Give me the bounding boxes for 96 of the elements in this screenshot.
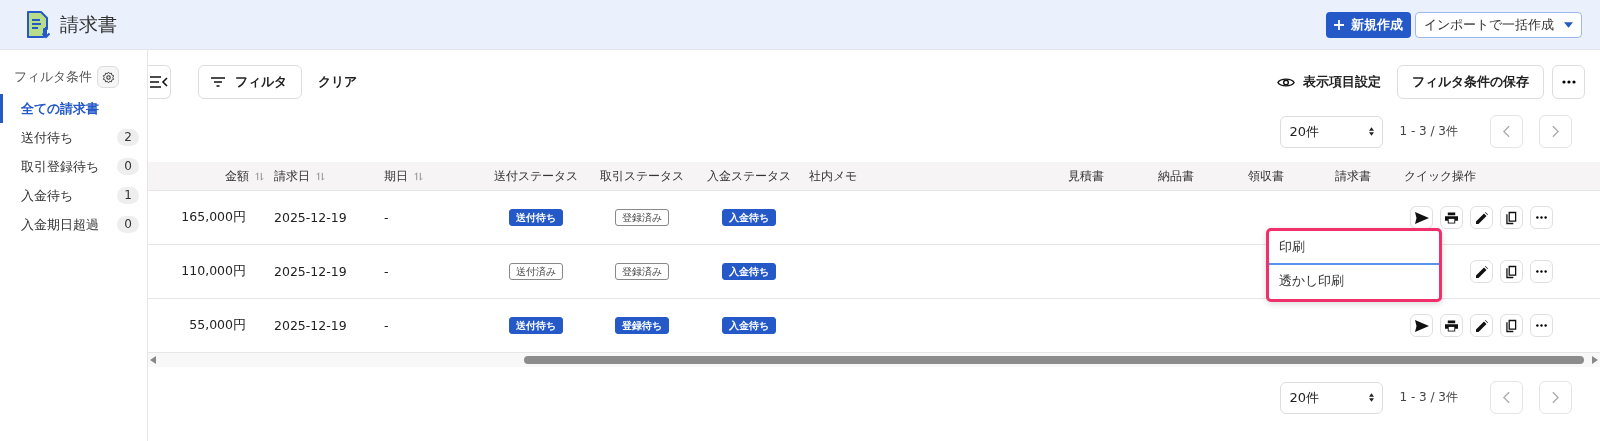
- document-icon: [26, 10, 50, 39]
- table-cell: -: [384, 264, 389, 279]
- column-header: 見積書: [1067, 167, 1104, 185]
- copy-icon: [1506, 318, 1517, 333]
- sort-icon: [414, 171, 423, 181]
- status-badge: 送付済み: [509, 263, 563, 280]
- copy-button[interactable]: [1500, 206, 1523, 229]
- send-button[interactable]: [1410, 206, 1433, 229]
- sort-icon: [255, 171, 264, 181]
- table-cell: 55,000円: [189, 317, 246, 334]
- scroll-right-icon: [1592, 356, 1598, 364]
- pencil-icon: [1475, 319, 1488, 332]
- chevron-right-icon: [1552, 391, 1559, 404]
- copy-icon: [1506, 264, 1517, 279]
- sidebar-item[interactable]: 入金待ち 1: [0, 181, 147, 210]
- horizontal-scrollbar[interactable]: [148, 353, 1600, 367]
- collapse-sidebar-button[interactable]: [148, 65, 171, 99]
- edit-button[interactable]: [1470, 314, 1493, 337]
- status-badge: 入金待ち: [722, 263, 776, 280]
- status-badge: 送付待ち: [509, 317, 563, 334]
- scroll-left-icon: [150, 356, 156, 364]
- menu-item[interactable]: 印刷: [1269, 231, 1439, 265]
- column-settings-link[interactable]: 表示項目設定: [1277, 73, 1381, 91]
- pencil-icon: [1475, 211, 1488, 224]
- status-badge: 入金待ち: [722, 209, 776, 226]
- more-icon: [1536, 324, 1547, 327]
- edit-button[interactable]: [1470, 260, 1493, 283]
- sidebar-item[interactable]: 入金期日超過 0: [0, 210, 147, 239]
- column-header: 領収書: [1247, 167, 1284, 185]
- import-dropdown[interactable]: インポートで一括作成: [1415, 11, 1582, 38]
- edit-button[interactable]: [1470, 206, 1493, 229]
- chevron-left-icon: [1503, 391, 1510, 404]
- status-badge: 送付待ち: [509, 209, 563, 226]
- more-icon: [1561, 80, 1576, 84]
- sortable-column-header[interactable]: 請求日: [268, 167, 378, 185]
- print-button[interactable]: [1440, 314, 1463, 337]
- more-button[interactable]: [1530, 206, 1553, 229]
- table-cell: 2025-12-19: [274, 210, 347, 225]
- caret-icon: [1564, 21, 1573, 28]
- printer-icon: [1445, 319, 1458, 332]
- send-button[interactable]: [1410, 314, 1433, 337]
- table-cell: -: [384, 318, 389, 333]
- more-icon: [1536, 270, 1547, 273]
- new-button[interactable]: 新規作成: [1326, 11, 1411, 38]
- chevron-left-icon: [1503, 125, 1510, 138]
- copy-button[interactable]: [1500, 260, 1523, 283]
- sidebar-item[interactable]: 取引登録待ち 0: [0, 152, 147, 181]
- column-header: 請求書: [1335, 167, 1371, 185]
- settings-button[interactable]: [97, 66, 119, 88]
- send-icon: [1414, 211, 1429, 224]
- save-filter-button[interactable]: フィルタ条件の保存: [1397, 65, 1544, 99]
- chevron-right-icon: [1552, 125, 1559, 138]
- column-header: クイック操作: [1404, 167, 1476, 185]
- status-badge: 登録済み: [615, 209, 669, 226]
- column-header: 取引ステータス: [600, 167, 684, 185]
- printer-icon: [1445, 211, 1458, 224]
- filter-icon: [211, 77, 225, 87]
- table-cell: 2025-12-19: [274, 318, 347, 333]
- status-badge: 登録済み: [615, 263, 669, 280]
- page-title: 請求書: [60, 11, 117, 37]
- page-range: 1 - 3 / 3件: [1399, 389, 1458, 406]
- gear-icon: [101, 70, 115, 84]
- more-button[interactable]: [1530, 314, 1553, 337]
- table-cell: 165,000円: [181, 209, 246, 226]
- filter-button[interactable]: フィルタ: [198, 65, 302, 99]
- more-button[interactable]: [1530, 260, 1553, 283]
- pencil-icon: [1475, 265, 1488, 278]
- page-size-select[interactable]: 20件: [1280, 115, 1384, 148]
- send-icon: [1414, 319, 1429, 332]
- table-cell: 110,000円: [181, 263, 246, 280]
- sort-icon: [316, 171, 325, 181]
- table-cell: 2025-12-19: [274, 264, 347, 279]
- select-arrows-icon: [1369, 127, 1375, 136]
- eye-icon: [1277, 75, 1295, 89]
- copy-button[interactable]: [1500, 314, 1523, 337]
- clear-link[interactable]: クリア: [318, 73, 357, 91]
- status-badge: 登録待ち: [615, 317, 669, 334]
- column-header: 入金ステータス: [707, 167, 791, 185]
- menu-item[interactable]: 透かし印刷: [1269, 265, 1439, 299]
- select-arrows-icon: [1369, 393, 1375, 402]
- plus-icon: [1334, 19, 1344, 30]
- sidebar-heading: フィルタ条件: [14, 68, 92, 86]
- column-header: 送付ステータス: [494, 167, 578, 185]
- page-size-select[interactable]: 20件: [1280, 381, 1384, 414]
- sortable-column-header[interactable]: 金額: [148, 167, 268, 185]
- copy-icon: [1506, 210, 1517, 225]
- collapse-icon: [150, 76, 168, 88]
- sortable-column-header[interactable]: 期日: [378, 167, 483, 185]
- more-icon: [1536, 216, 1547, 219]
- page-range: 1 - 3 / 3件: [1399, 123, 1458, 140]
- status-badge: 入金待ち: [722, 317, 776, 334]
- table-cell: -: [384, 210, 389, 225]
- sidebar-item[interactable]: 送付待ち 2: [0, 123, 147, 152]
- column-header: 納品書: [1157, 167, 1194, 185]
- print-button[interactable]: [1440, 206, 1463, 229]
- column-header: 社内メモ: [809, 167, 857, 185]
